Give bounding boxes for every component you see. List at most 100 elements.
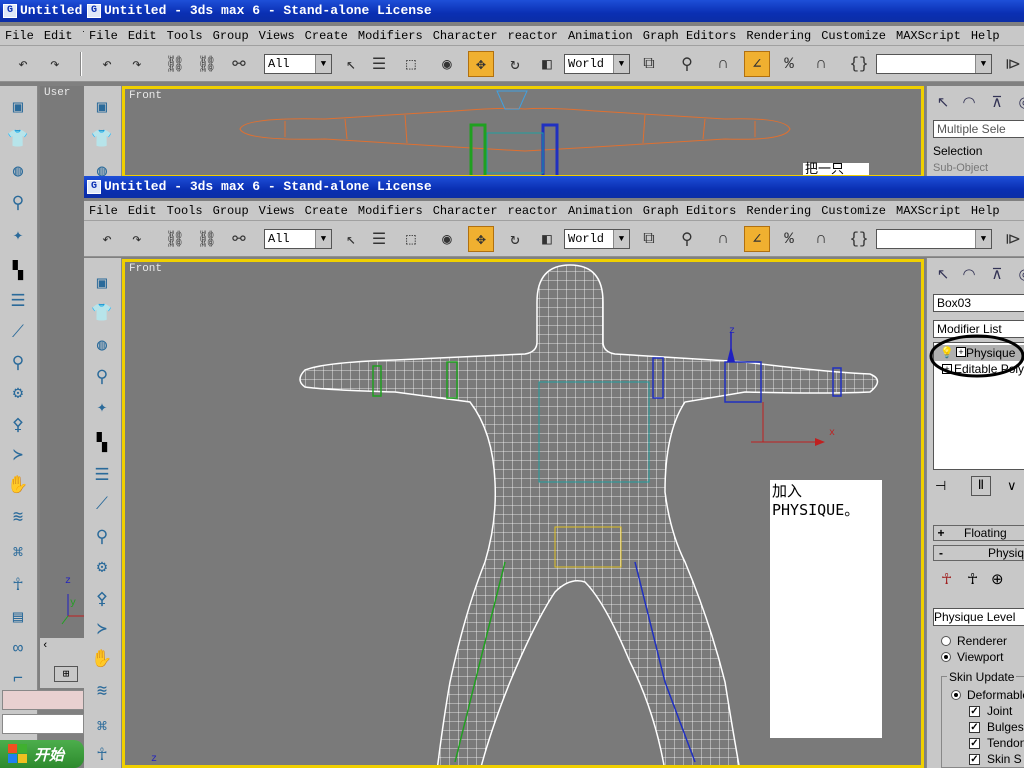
object-name-field[interactable]: Multiple Sele: [933, 120, 1024, 138]
select-and-rotate-icon[interactable]: ↻: [502, 51, 528, 77]
undo-icon[interactable]: ↶: [94, 51, 120, 77]
modify-tab-icon[interactable]: ◠: [957, 262, 981, 286]
mirror-icon[interactable]: ⧐: [1000, 51, 1024, 77]
star-icon[interactable]: ✦: [89, 394, 115, 420]
reference-coordinate-dropdown[interactable]: World ▼: [564, 54, 630, 74]
reference-coordinate-dropdown[interactable]: World ▼: [564, 229, 630, 249]
spinner-snap-icon[interactable]: ∩: [808, 51, 834, 77]
spinner-snap-icon[interactable]: ∩: [808, 226, 834, 252]
menu-graph-editors[interactable]: Graph Editors: [638, 26, 742, 45]
select-manipulate-icon[interactable]: ⚲: [674, 226, 700, 252]
checker-icon[interactable]: ▚: [5, 258, 31, 284]
menu-edit[interactable]: Edit: [123, 201, 162, 220]
menu-animation[interactable]: Animation: [563, 201, 638, 220]
physique-level-dropdown[interactable]: Physique Level: [933, 608, 1024, 626]
hierarchy-tab-icon[interactable]: ⊼: [985, 262, 1009, 286]
radio-viewport[interactable]: [941, 652, 951, 662]
boot-icon[interactable]: ⌐: [5, 666, 31, 692]
weathervane-icon[interactable]: ⚴: [5, 412, 31, 438]
menu-modifiers[interactable]: Modifiers: [353, 201, 428, 220]
bind-space-warp-icon[interactable]: ⚯: [226, 226, 252, 252]
menu-customize[interactable]: Customize: [816, 201, 891, 220]
undo-icon[interactable]: ↶: [94, 226, 120, 252]
book-icon[interactable]: ▤: [5, 604, 31, 630]
status-field-white[interactable]: [2, 714, 84, 734]
stack-icon[interactable]: ☰: [5, 288, 31, 314]
selection-filter-dropdown[interactable]: All ▼: [264, 229, 332, 249]
select-by-name-icon[interactable]: ☰: [366, 226, 392, 252]
shirt-icon[interactable]: 👕: [5, 126, 31, 152]
select-manipulate-icon[interactable]: ⚲: [674, 51, 700, 77]
rectangular-selection-icon[interactable]: ⬚: [398, 51, 424, 77]
hand-icon[interactable]: ✋: [5, 472, 31, 498]
back-user-viewport[interactable]: User z y: [40, 86, 84, 638]
window-crossing-icon[interactable]: ◉: [434, 226, 460, 252]
menu-character[interactable]: Character: [428, 26, 503, 45]
bind-space-warp-icon[interactable]: ⚯: [226, 51, 252, 77]
wave-icon[interactable]: ≋: [5, 504, 31, 530]
pointer-icon[interactable]: ↖: [931, 90, 955, 114]
select-and-move-icon[interactable]: ✥: [468, 226, 494, 252]
select-and-scale-icon[interactable]: ◧: [534, 51, 560, 77]
window-crossing-icon[interactable]: ◉: [434, 51, 460, 77]
rollout-floating[interactable]: + Floating: [933, 525, 1024, 541]
helper-icon[interactable]: ⚲: [89, 364, 115, 390]
knot-icon[interactable]: ⌘: [89, 714, 115, 740]
chain-icon[interactable]: ∞: [5, 636, 31, 662]
menu-group[interactable]: Group: [208, 26, 254, 45]
percent-snap-icon[interactable]: %: [776, 51, 802, 77]
create-geometry-icon[interactable]: ▣: [89, 270, 115, 296]
helper-icon[interactable]: ⚲: [5, 190, 31, 216]
wave-icon[interactable]: ≋: [89, 678, 115, 704]
menu-help[interactable]: Help: [966, 201, 1005, 220]
menu-views[interactable]: Views: [254, 26, 300, 45]
menu-character[interactable]: Character: [428, 201, 503, 220]
menu-edit[interactable]: Edit: [39, 26, 78, 45]
checkbox-joint[interactable]: ✓: [969, 706, 980, 717]
menu-rendering[interactable]: Rendering: [741, 26, 816, 45]
gear-icon[interactable]: ⚙: [89, 554, 115, 580]
menu-group[interactable]: Group: [208, 201, 254, 220]
pin-stack-icon[interactable]: ⊣: [935, 478, 955, 496]
star-icon[interactable]: ✦: [5, 222, 31, 248]
percent-snap-icon[interactable]: %: [776, 226, 802, 252]
magnify-icon[interactable]: ⚲: [5, 350, 31, 376]
bone-icon[interactable]: ⟋: [89, 492, 115, 518]
menu-create[interactable]: Create: [300, 26, 353, 45]
sphere-icon[interactable]: ◍: [89, 332, 115, 358]
menu-reactor[interactable]: reactor: [503, 201, 563, 220]
menu-customize[interactable]: Customize: [816, 26, 891, 45]
named-selection-dropdown[interactable]: ▼: [876, 229, 992, 249]
knot-icon[interactable]: ⌘: [5, 540, 31, 566]
menu-maxscript[interactable]: MAXScript: [891, 201, 966, 220]
show-end-result-icon[interactable]: Ⅱ: [971, 476, 991, 496]
menu-edit[interactable]: Edit: [123, 26, 162, 45]
stack-icon[interactable]: ☰: [89, 462, 115, 488]
unlink-icon[interactable]: ⛓: [194, 226, 220, 252]
figure-icon[interactable]: ☥: [5, 572, 31, 598]
front-front-viewport[interactable]: Front z x z 加入 PHYSIQUE。: [122, 259, 924, 768]
hierarchy-tab-icon[interactable]: ⊼: [985, 90, 1009, 114]
fish-icon[interactable]: ≻: [5, 442, 31, 468]
reinitialize-icon[interactable]: ☥: [967, 570, 978, 588]
checkbox-skin-s[interactable]: ✓: [969, 754, 980, 765]
figure-icon[interactable]: ☥: [89, 742, 115, 768]
menu-views[interactable]: Views: [254, 201, 300, 220]
gear-icon[interactable]: ⚙: [5, 380, 31, 406]
scroll-left-icon[interactable]: ‹: [42, 640, 56, 658]
select-link-icon[interactable]: ⛓: [162, 51, 188, 77]
menu-help[interactable]: Help: [966, 26, 1005, 45]
sphere-icon[interactable]: ◍: [5, 158, 31, 184]
mirror-icon[interactable]: ⧐: [1000, 226, 1024, 252]
radio-renderer[interactable]: [941, 636, 951, 646]
checkbox-tendons[interactable]: ✓: [969, 738, 980, 749]
named-selection-dropdown[interactable]: ▼: [876, 54, 992, 74]
magnify-icon[interactable]: ⚲: [89, 524, 115, 550]
create-geometry-icon[interactable]: ▣: [5, 94, 31, 120]
angle-snap-icon[interactable]: ∠: [744, 51, 770, 77]
shirt-icon[interactable]: 👕: [89, 126, 115, 152]
menu-create[interactable]: Create: [300, 201, 353, 220]
snap-toggle-icon[interactable]: ∩: [710, 51, 736, 77]
angle-snap-icon[interactable]: ∠: [744, 226, 770, 252]
select-link-icon[interactable]: ⛓: [162, 226, 188, 252]
